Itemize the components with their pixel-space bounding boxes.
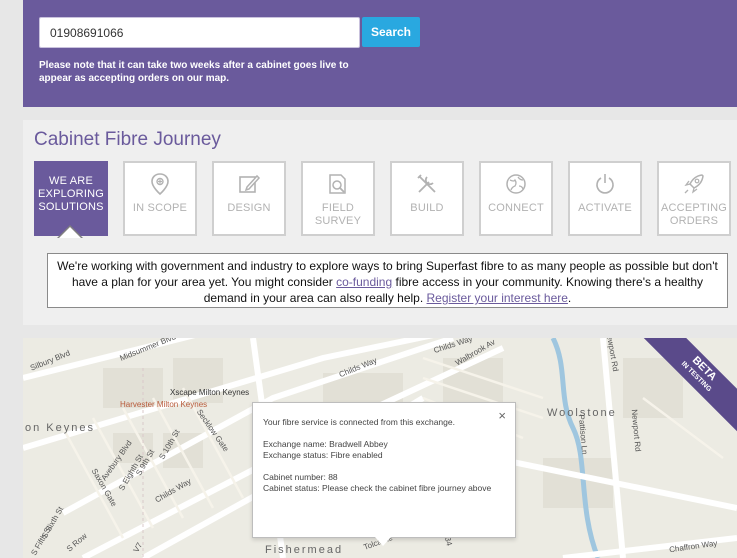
step-label: ACCEPTING ORDERS <box>661 202 727 227</box>
close-icon[interactable]: × <box>498 409 506 422</box>
exchange-info-popup: × Your fibre service is connected from t… <box>252 402 516 546</box>
step-field-survey[interactable]: FIELD SURVEY <box>301 161 375 236</box>
cabinet-fibre-journey: Cabinet Fibre Journey WE ARE EXPLORING S… <box>23 120 737 325</box>
location-pin-icon <box>125 171 195 197</box>
step-label: IN SCOPE <box>132 202 188 214</box>
step-connect[interactable]: CONNECT <box>479 161 553 236</box>
tools-icon <box>392 171 462 197</box>
step-activate[interactable]: ACTIVATE <box>568 161 642 236</box>
popup-cabinet-number: Cabinet number: 88 <box>263 472 338 482</box>
map-label-fishermead: Fishermead <box>265 544 344 556</box>
pencil-square-icon <box>214 171 284 197</box>
phone-search-input[interactable] <box>39 17 360 48</box>
search-panel: Search Please note that it can take two … <box>23 0 737 107</box>
power-icon <box>570 171 640 197</box>
left-gutter <box>0 0 23 558</box>
popup-cabinet-status: Cabinet status: Please check the cabinet… <box>263 483 492 493</box>
step-label: BUILD <box>410 202 444 214</box>
step-label: DESIGN <box>227 202 271 214</box>
rocket-icon <box>659 171 729 197</box>
popup-exchange-status: Exchange status: Fibre enabled <box>263 450 383 460</box>
register-interest-link[interactable]: Register your interest here <box>427 291 568 305</box>
fibre-map[interactable]: Silbury Blvd Midsummer Blvd Xscape Milto… <box>23 338 737 558</box>
step-design[interactable]: DESIGN <box>212 161 286 236</box>
step-accepting-orders[interactable]: ACCEPTING ORDERS <box>657 161 731 236</box>
popup-exchange-name: Exchange name: Bradwell Abbey <box>263 439 388 449</box>
journey-title: Cabinet Fibre Journey <box>34 129 221 150</box>
step-label: WE ARE EXPLORING SOLUTIONS <box>38 175 104 213</box>
globe-icon <box>481 171 551 197</box>
step-label: CONNECT <box>488 202 544 214</box>
search-button[interactable]: Search <box>362 17 420 47</box>
map-label-xscape: Xscape Milton Keynes <box>170 388 250 397</box>
search-note: Please note that it can take two weeks a… <box>39 60 349 84</box>
step-in-scope[interactable]: IN SCOPE <box>123 161 197 236</box>
step-label: ACTIVATE <box>578 202 632 214</box>
co-funding-link[interactable]: co-funding <box>336 275 392 289</box>
active-step-pointer <box>57 225 83 238</box>
journey-info-box: We're working with government and indust… <box>47 253 728 308</box>
step-build[interactable]: BUILD <box>390 161 464 236</box>
page: Search Please note that it can take two … <box>0 0 737 558</box>
popup-intro: Your fibre service is connected from thi… <box>263 417 455 427</box>
map-label-milton-keynes: on Keynes <box>25 422 95 434</box>
step-label: FIELD SURVEY <box>314 202 362 227</box>
info-text-3: . <box>567 291 572 305</box>
document-magnifier-icon <box>303 171 373 197</box>
map-label-harvester: Harvester Milton Keynes <box>120 400 208 409</box>
